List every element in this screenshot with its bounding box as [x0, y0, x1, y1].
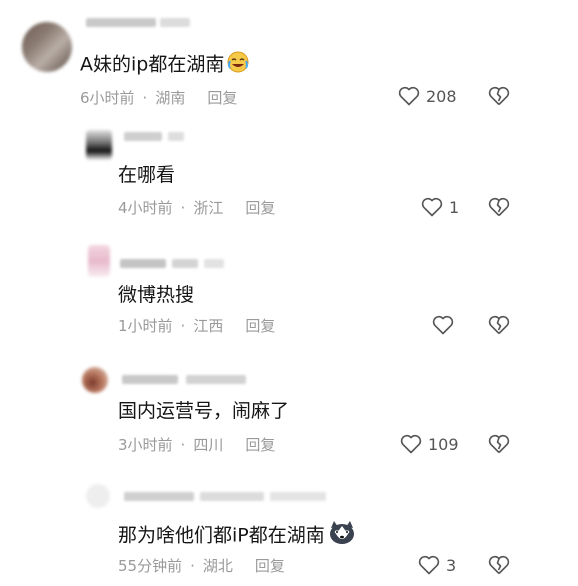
username-blur: [168, 132, 184, 141]
reply-item: 国内运营号，闹麻了 3小时前 · 四川 回复 109: [0, 355, 578, 470]
broken-heart-icon: [488, 555, 510, 575]
separator: ·: [142, 89, 148, 107]
heart-icon: [398, 86, 420, 106]
broken-heart-icon: [488, 86, 510, 106]
location: 四川: [193, 436, 224, 454]
like-button[interactable]: 109: [400, 434, 459, 454]
reply-button[interactable]: 回复: [245, 316, 275, 336]
reply-button[interactable]: 回复: [255, 556, 285, 576]
heart-icon: [418, 555, 440, 575]
broken-heart-icon: [488, 315, 510, 335]
reply-item: 在哪看 4小时前 · 浙江 回复 1: [0, 120, 578, 235]
reply-button[interactable]: 回复: [245, 198, 275, 218]
heart-icon: [432, 315, 454, 335]
like-count: 208: [426, 86, 457, 106]
dislike-button[interactable]: [488, 555, 510, 575]
separator: ·: [180, 436, 186, 454]
like-button[interactable]: 3: [418, 555, 456, 575]
username-blur: [172, 259, 198, 268]
comment-meta: 3小时前 · 四川 回复: [118, 435, 275, 455]
location: 湖南: [155, 89, 186, 107]
username[interactable]: [124, 132, 162, 141]
comment-text: 国内运营号，闹麻了: [118, 400, 290, 422]
dislike-button[interactable]: [488, 315, 510, 335]
broken-heart-icon: [488, 434, 510, 454]
location: 江西: [193, 317, 224, 335]
reply-button[interactable]: 回复: [207, 88, 237, 108]
username-blur: [160, 18, 190, 27]
like-count: 1: [449, 197, 460, 217]
timestamp: 55分钟前: [118, 557, 183, 575]
reply-button[interactable]: 回复: [245, 435, 275, 455]
location: 湖北: [202, 557, 233, 575]
avatar[interactable]: [86, 484, 110, 508]
username[interactable]: [122, 375, 178, 384]
timestamp: 1小时前: [118, 317, 173, 335]
reply-item: 微博热搜 1小时前 · 江西 回复: [0, 235, 578, 355]
comment-text: A妹的ip都在湖南: [80, 50, 250, 80]
username-blur: [186, 375, 246, 384]
timestamp: 3小时前: [118, 436, 173, 454]
like-button[interactable]: [432, 315, 460, 335]
dislike-button[interactable]: [488, 86, 510, 106]
comment-meta: 55分钟前 · 湖北 回复: [118, 556, 285, 576]
username[interactable]: [124, 492, 194, 501]
username[interactable]: [86, 18, 156, 27]
avatar[interactable]: [22, 22, 72, 72]
username-blur: [200, 492, 264, 501]
heart-icon: [400, 434, 422, 454]
separator: ·: [180, 317, 186, 335]
broken-heart-icon: [488, 197, 510, 217]
like-count: 3: [446, 555, 457, 575]
comment-text: 那为啥他们都iP都在湖南: [118, 520, 357, 552]
location: 浙江: [193, 199, 224, 217]
username[interactable]: [120, 259, 166, 268]
avatar[interactable]: [82, 367, 108, 393]
avatar[interactable]: [88, 245, 110, 277]
username-blur: [204, 259, 224, 268]
username-blur: [270, 492, 326, 501]
dislike-button[interactable]: [488, 197, 510, 217]
like-count: 109: [428, 434, 459, 454]
separator: ·: [180, 199, 186, 217]
comment-meta: 1小时前 · 江西 回复: [118, 316, 275, 336]
comment-meta: 4小时前 · 浙江 回复: [118, 198, 275, 218]
timestamp: 6小时前: [80, 89, 135, 107]
avatar[interactable]: [86, 130, 112, 160]
like-button[interactable]: 1: [421, 197, 459, 217]
dislike-button[interactable]: [488, 434, 510, 454]
heart-icon: [421, 197, 443, 217]
husky-dog-emoji: [327, 520, 357, 552]
comment-text: 在哪看: [118, 164, 176, 186]
laugh-cry-emoji: [226, 50, 250, 80]
comment-text: 微博热搜: [118, 284, 195, 306]
like-button[interactable]: 208: [398, 86, 457, 106]
reply-item: 那为啥他们都iP都在湖南 55分钟前 · 湖北 回复 3: [0, 470, 578, 586]
timestamp: 4小时前: [118, 199, 173, 217]
comment-meta: 6小时前 · 湖南 回复: [80, 88, 237, 108]
separator: ·: [190, 557, 195, 575]
comment-item: A妹的ip都在湖南 6小时前 · 湖南 回复 208: [0, 0, 578, 120]
